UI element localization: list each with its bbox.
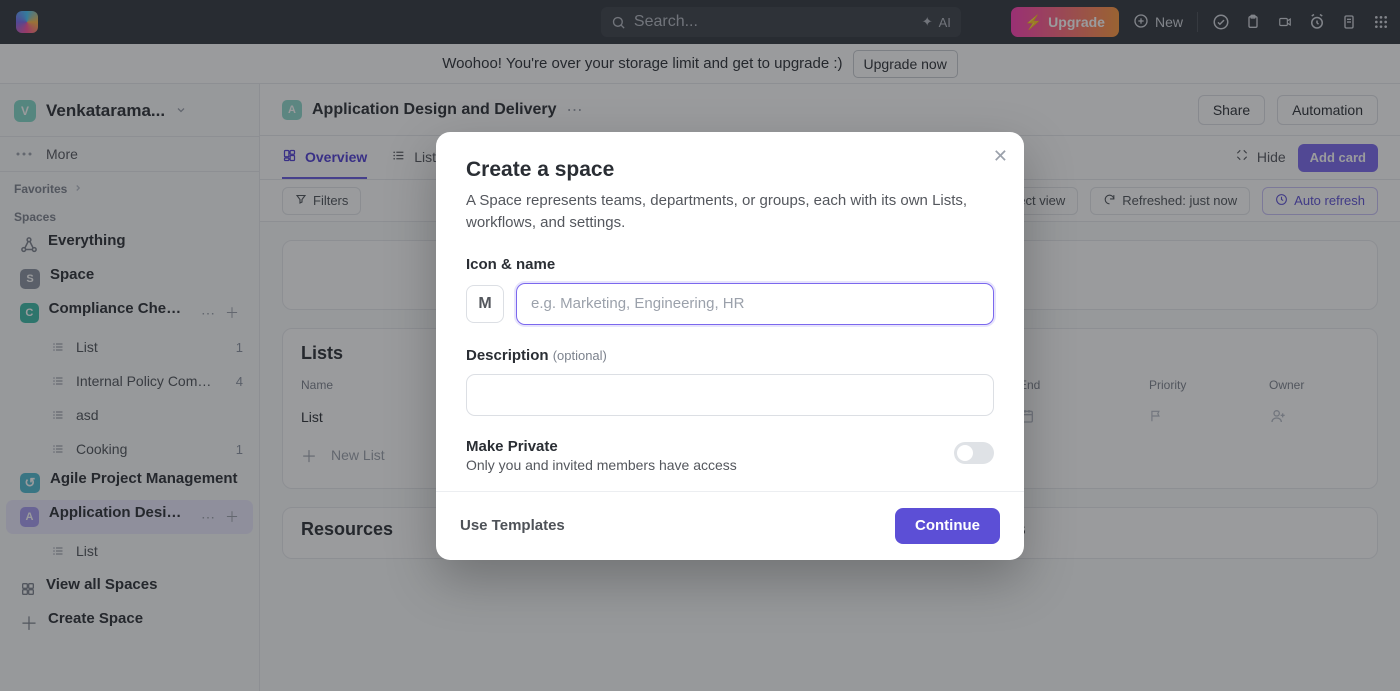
description-label-text: Description (466, 347, 549, 364)
private-toggle[interactable] (954, 442, 994, 464)
icon-name-label: Icon & name (466, 256, 994, 273)
modal-subtitle: A Space represents teams, departments, o… (466, 190, 994, 234)
create-space-modal: ✕ Create a space A Space represents team… (436, 132, 1024, 560)
close-icon[interactable]: ✕ (993, 146, 1008, 167)
private-subtitle: Only you and invited members have access (466, 457, 737, 473)
continue-button[interactable]: Continue (895, 508, 1000, 544)
description-label: Description (optional) (466, 347, 994, 364)
space-icon-picker[interactable]: M (466, 285, 504, 323)
private-title: Make Private (466, 438, 737, 455)
space-description-input[interactable] (466, 374, 994, 416)
optional-label: (optional) (553, 348, 607, 363)
use-templates-link[interactable]: Use Templates (460, 517, 565, 534)
space-name-input[interactable] (516, 283, 994, 325)
modal-title: Create a space (466, 158, 994, 182)
